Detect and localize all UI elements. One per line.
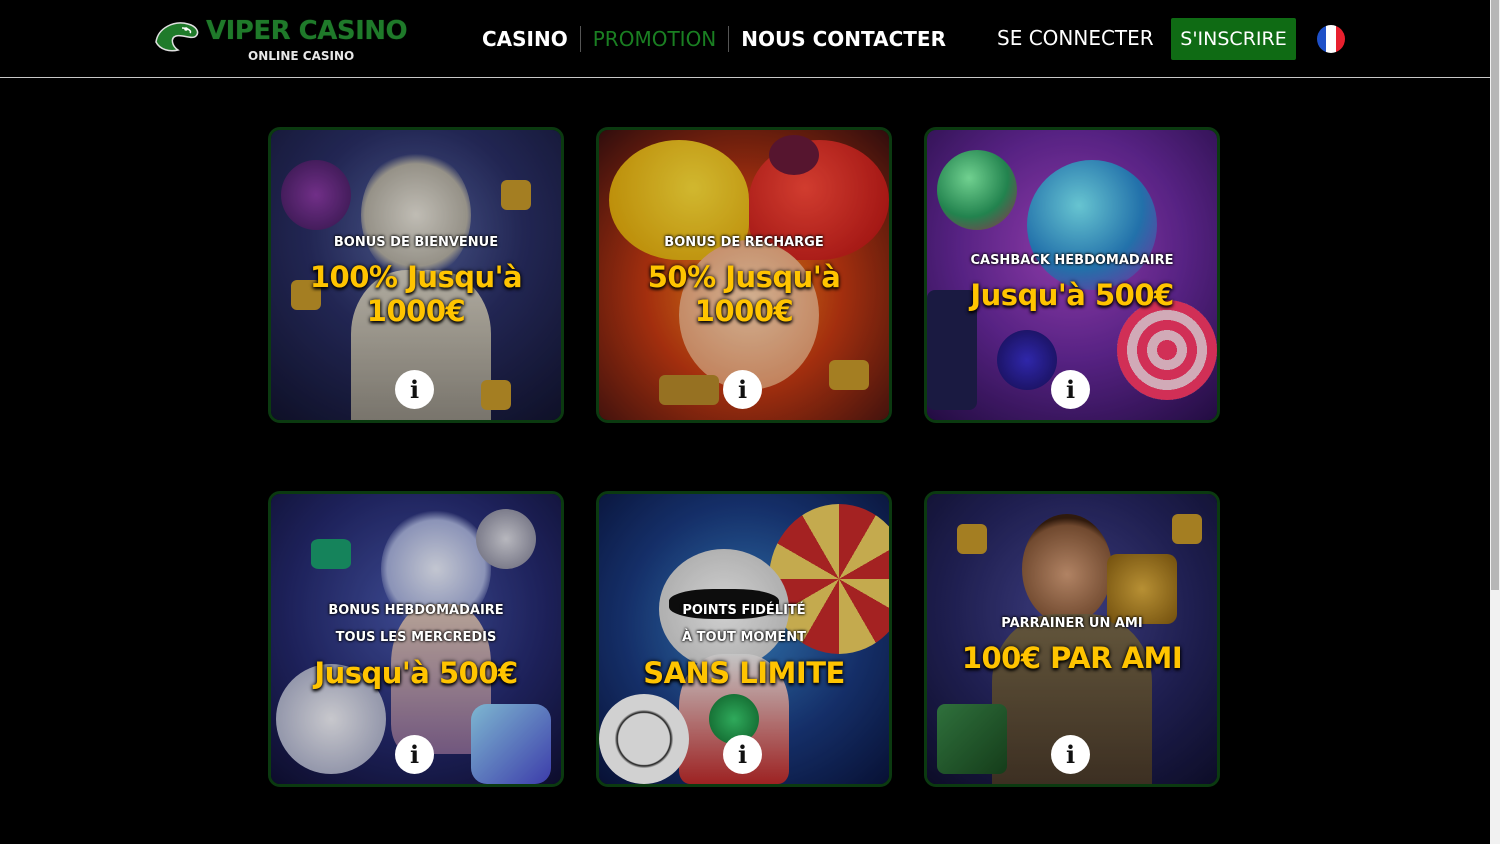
promo-label: BONUS HEBDOMADAIRE xyxy=(328,603,504,618)
scrollbar-thumb[interactable] xyxy=(1491,0,1499,590)
info-icon[interactable]: i xyxy=(723,735,762,774)
logo-title: VIPER CASINO xyxy=(206,16,408,46)
promo-headline: 50% Jusqu'à 1000€ xyxy=(647,260,841,328)
info-icon[interactable]: i xyxy=(395,370,434,409)
promo-headline: Jusqu'à 500€ xyxy=(314,656,518,690)
login-link[interactable]: SE CONNECTER xyxy=(997,26,1154,50)
page-scrollbar[interactable] xyxy=(1490,0,1500,844)
nav-casino[interactable]: CASINO xyxy=(470,27,580,51)
info-icon[interactable]: i xyxy=(395,735,434,774)
promo-label-secondary: À TOUT MOMENT xyxy=(681,630,806,645)
site-header: VIPER CASINO ONLINE CASINO CASINO PROMOT… xyxy=(0,0,1490,78)
viper-logo-icon xyxy=(155,22,199,52)
info-icon[interactable]: i xyxy=(1051,370,1090,409)
nav-contact[interactable]: NOUS CONTACTER xyxy=(729,27,958,51)
flag-fr-icon[interactable] xyxy=(1317,25,1345,53)
promo-card-referral[interactable]: PARRAINER UN AMI 100€ PAR AMI i xyxy=(924,491,1220,787)
promo-label: CASHBACK HEBDOMADAIRE xyxy=(970,253,1174,268)
main-nav: CASINO PROMOTION NOUS CONTACTER xyxy=(470,22,958,56)
promo-label-secondary: TOUS LES MERCREDIS xyxy=(335,630,497,645)
promo-label: POINTS FIDÉLITÉ xyxy=(682,603,806,618)
promo-headline: 100% Jusqu'à 1000€ xyxy=(309,260,523,328)
info-icon[interactable]: i xyxy=(1051,735,1090,774)
logo-subtitle: ONLINE CASINO xyxy=(248,49,355,63)
site-logo[interactable]: VIPER CASINO ONLINE CASINO xyxy=(152,14,408,66)
promo-headline: 100€ PAR AMI xyxy=(961,641,1183,675)
promo-label: BONUS DE BIENVENUE xyxy=(333,235,499,250)
promo-card-cashback[interactable]: CASHBACK HEBDOMADAIRE Jusqu'à 500€ i xyxy=(924,127,1220,423)
signup-button[interactable]: S'INSCRIRE xyxy=(1171,18,1296,60)
nav-promotion[interactable]: PROMOTION xyxy=(581,27,729,51)
promo-headline: Jusqu'à 500€ xyxy=(970,278,1174,312)
info-icon[interactable]: i xyxy=(723,370,762,409)
promo-card-welcome[interactable]: BONUS DE BIENVENUE 100% Jusqu'à 1000€ i xyxy=(268,127,564,423)
promo-card-weekly[interactable]: BONUS HEBDOMADAIRE TOUS LES MERCREDIS Ju… xyxy=(268,491,564,787)
promo-card-reload[interactable]: BONUS DE RECHARGE 50% Jusqu'à 1000€ i xyxy=(596,127,892,423)
promo-label: PARRAINER UN AMI xyxy=(1001,616,1143,631)
promo-label: BONUS DE RECHARGE xyxy=(664,235,824,250)
promo-headline: SANS LIMITE xyxy=(643,656,845,690)
promo-card-loyalty[interactable]: POINTS FIDÉLITÉ À TOUT MOMENT SANS LIMIT… xyxy=(596,491,892,787)
